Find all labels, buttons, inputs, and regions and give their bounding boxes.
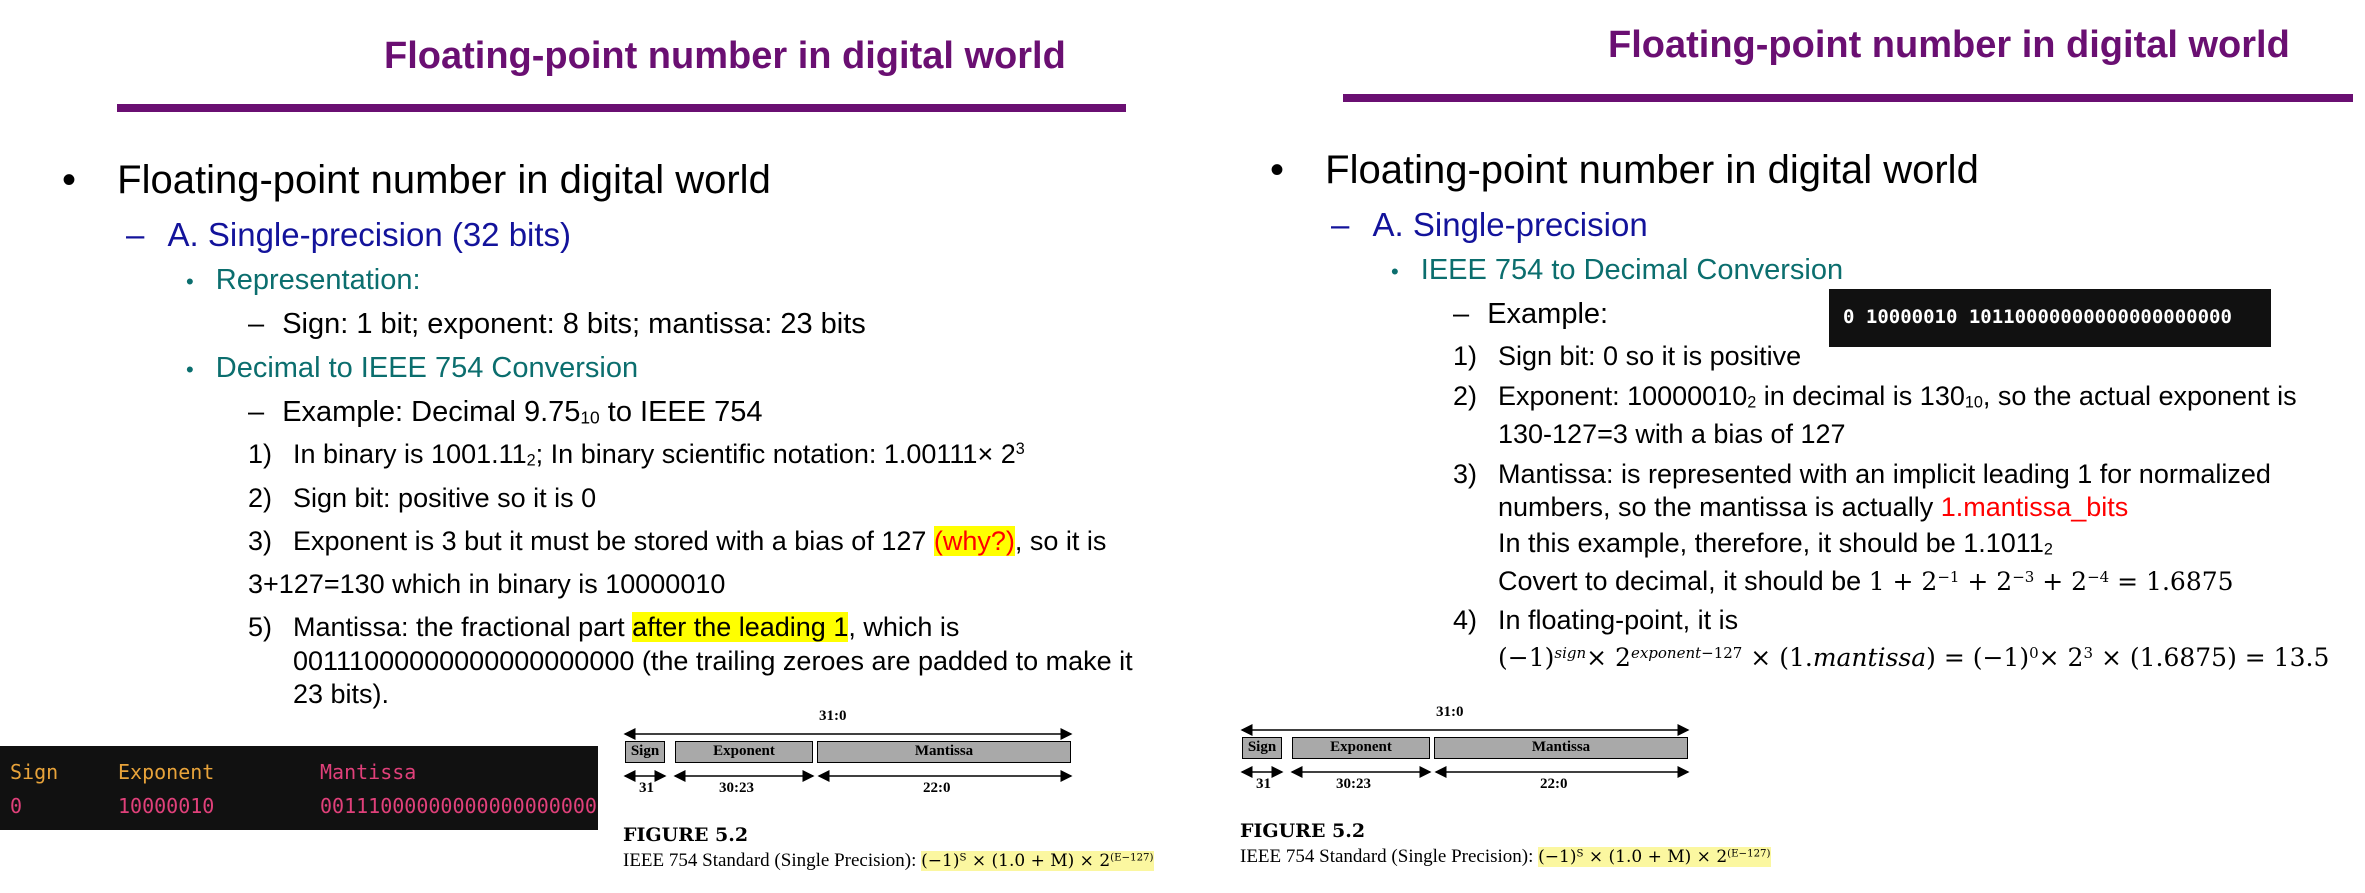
final-formula: (−1)sign× 2exponent−127 × (1.mantissa) =… — [1498, 643, 2330, 672]
figure-cell-mantissa: Mantissa — [1434, 737, 1688, 759]
mantissa-sum-formula: 1 + 2−1 + 2−3 + 2−4 = 1.6875 — [1868, 567, 2234, 596]
conversion-heading: • IEEE 754 to Decimal Conversion — [1391, 254, 1844, 286]
section-heading: – A. Single-precision (32 bits) — [126, 216, 572, 253]
slide-title: Floating-point number in digital world — [1608, 24, 2290, 66]
mantissa-bits-emphasis: 1.mantissa_bits — [1940, 492, 2129, 522]
step-3-line4: Covert to decimal, it should be 1 + 2−1 … — [1498, 566, 2234, 596]
why-highlight: (why?) — [933, 526, 1015, 556]
step-3-continued: 3+127=130 which in binary is 10000010 — [248, 569, 726, 599]
title-underline — [117, 104, 1126, 112]
figure-caption: IEEE 754 Standard (Single Precision): (−… — [1240, 846, 1771, 867]
bullet-dot: • — [62, 158, 77, 202]
representation-heading: • Representation: — [186, 264, 421, 296]
example-line: – Example: — [1453, 298, 1609, 330]
figure-cell-mantissa: Mantissa — [817, 741, 1071, 763]
figure-cell-sign: Sign — [625, 741, 665, 763]
section-heading: – A. Single-precision — [1331, 206, 1648, 243]
bit-table-value-sign: 0 — [10, 794, 23, 818]
bullet-level1: • Floating-point number in digital world — [62, 158, 771, 202]
step-2: 2) Sign bit: positive so it is 0 — [248, 483, 597, 513]
bit-table: Sign Exponent Mantissa 0 10000010 001110… — [0, 746, 598, 830]
step-2: 2) Exponent: 100000102 in decimal is 130… — [1453, 381, 2297, 412]
bullet-level1: • Floating-point number in digital world — [1270, 148, 1979, 192]
figure-bit-label-31: 31 — [639, 780, 654, 796]
step-5: 5) Mantissa: the fractional part after t… — [248, 612, 960, 642]
bit-table-value-exponent: 10000010 — [118, 794, 215, 818]
step-1: 1) Sign bit: 0 so it is positive — [1453, 341, 1802, 371]
ieee-figure: 31:0 Sign Exponent Mantissa 31 30:23 22:… — [1240, 700, 1771, 870]
bit-table-value-mantissa: 00111000000000000000000 — [320, 794, 597, 818]
figure-formula: (−1)S × (1.0 + M) × 2(E−127) — [921, 851, 1154, 871]
figure-bit-label-22-0: 22:0 — [923, 780, 951, 796]
title-underline — [1343, 94, 2353, 102]
bit-table-header-sign: Sign — [10, 760, 59, 784]
figure-bit-label-30-23: 30:23 — [1336, 776, 1371, 792]
slide-left: Floating-point number in digital world •… — [0, 0, 1210, 893]
figure-cell-exponent: Exponent — [1292, 737, 1430, 759]
figure-caption-heading: FIGURE 5.2 — [623, 824, 749, 846]
step-1: 1) In binary is 1001.112; In binary scie… — [248, 439, 1025, 470]
ieee-figure: 31:0 Sign Exponent Mantissa 31 30:23 22:… — [623, 704, 1154, 874]
bit-table-header-mantissa: Mantissa — [320, 760, 417, 784]
step-3-line2: numbers, so the mantissa is actually 1.m… — [1498, 492, 2129, 522]
representation-line: – Sign: 1 bit; exponent: 8 bits; mantiss… — [248, 308, 866, 340]
bit-table-header-exponent: Exponent — [118, 760, 215, 784]
step-3: 3) Exponent is 3 but it must be stored w… — [248, 526, 1107, 556]
figure-formula: (−1)S × (1.0 + M) × 2(E−127) — [1538, 847, 1771, 867]
leading-one-highlight: after the leading 1 — [632, 612, 849, 642]
figure-bit-label-30-23: 30:23 — [719, 780, 754, 796]
example-line: – Example: Decimal 9.7510 to IEEE 754 — [248, 396, 763, 428]
figure-cell-sign: Sign — [1242, 737, 1282, 759]
slide-right: Floating-point number in digital world •… — [1210, 0, 2365, 893]
figure-range-label: 31:0 — [1436, 704, 1464, 720]
figure-caption: IEEE 754 Standard (Single Precision): (−… — [623, 850, 1154, 871]
step-4: 4) In floating-point, it is — [1453, 605, 1739, 635]
figure-bit-label-22-0: 22:0 — [1540, 776, 1568, 792]
figure-range-label: 31:0 — [819, 708, 847, 724]
step-3-line3: In this example, therefore, it should be… — [1498, 528, 2053, 559]
figure-cell-exponent: Exponent — [675, 741, 813, 763]
step-5-line3: 23 bits). — [293, 679, 390, 709]
step-3: 3) Mantissa: is represented with an impl… — [1453, 459, 2271, 489]
example-bits: 0 10000010 10110000000000000000000 — [1843, 306, 2232, 328]
figure-caption-heading: FIGURE 5.2 — [1240, 820, 1366, 842]
conversion-heading: • Decimal to IEEE 754 Conversion — [186, 352, 639, 384]
slide-title: Floating-point number in digital world — [384, 35, 1066, 77]
step-2-continued: 130-127=3 with a bias of 127 — [1498, 419, 1846, 449]
example-bits-box: 0 10000010 10110000000000000000000 — [1829, 289, 2271, 347]
figure-bit-label-31: 31 — [1256, 776, 1271, 792]
step-5-line2: 00111000000000000000000 (the trailing ze… — [293, 646, 1133, 676]
